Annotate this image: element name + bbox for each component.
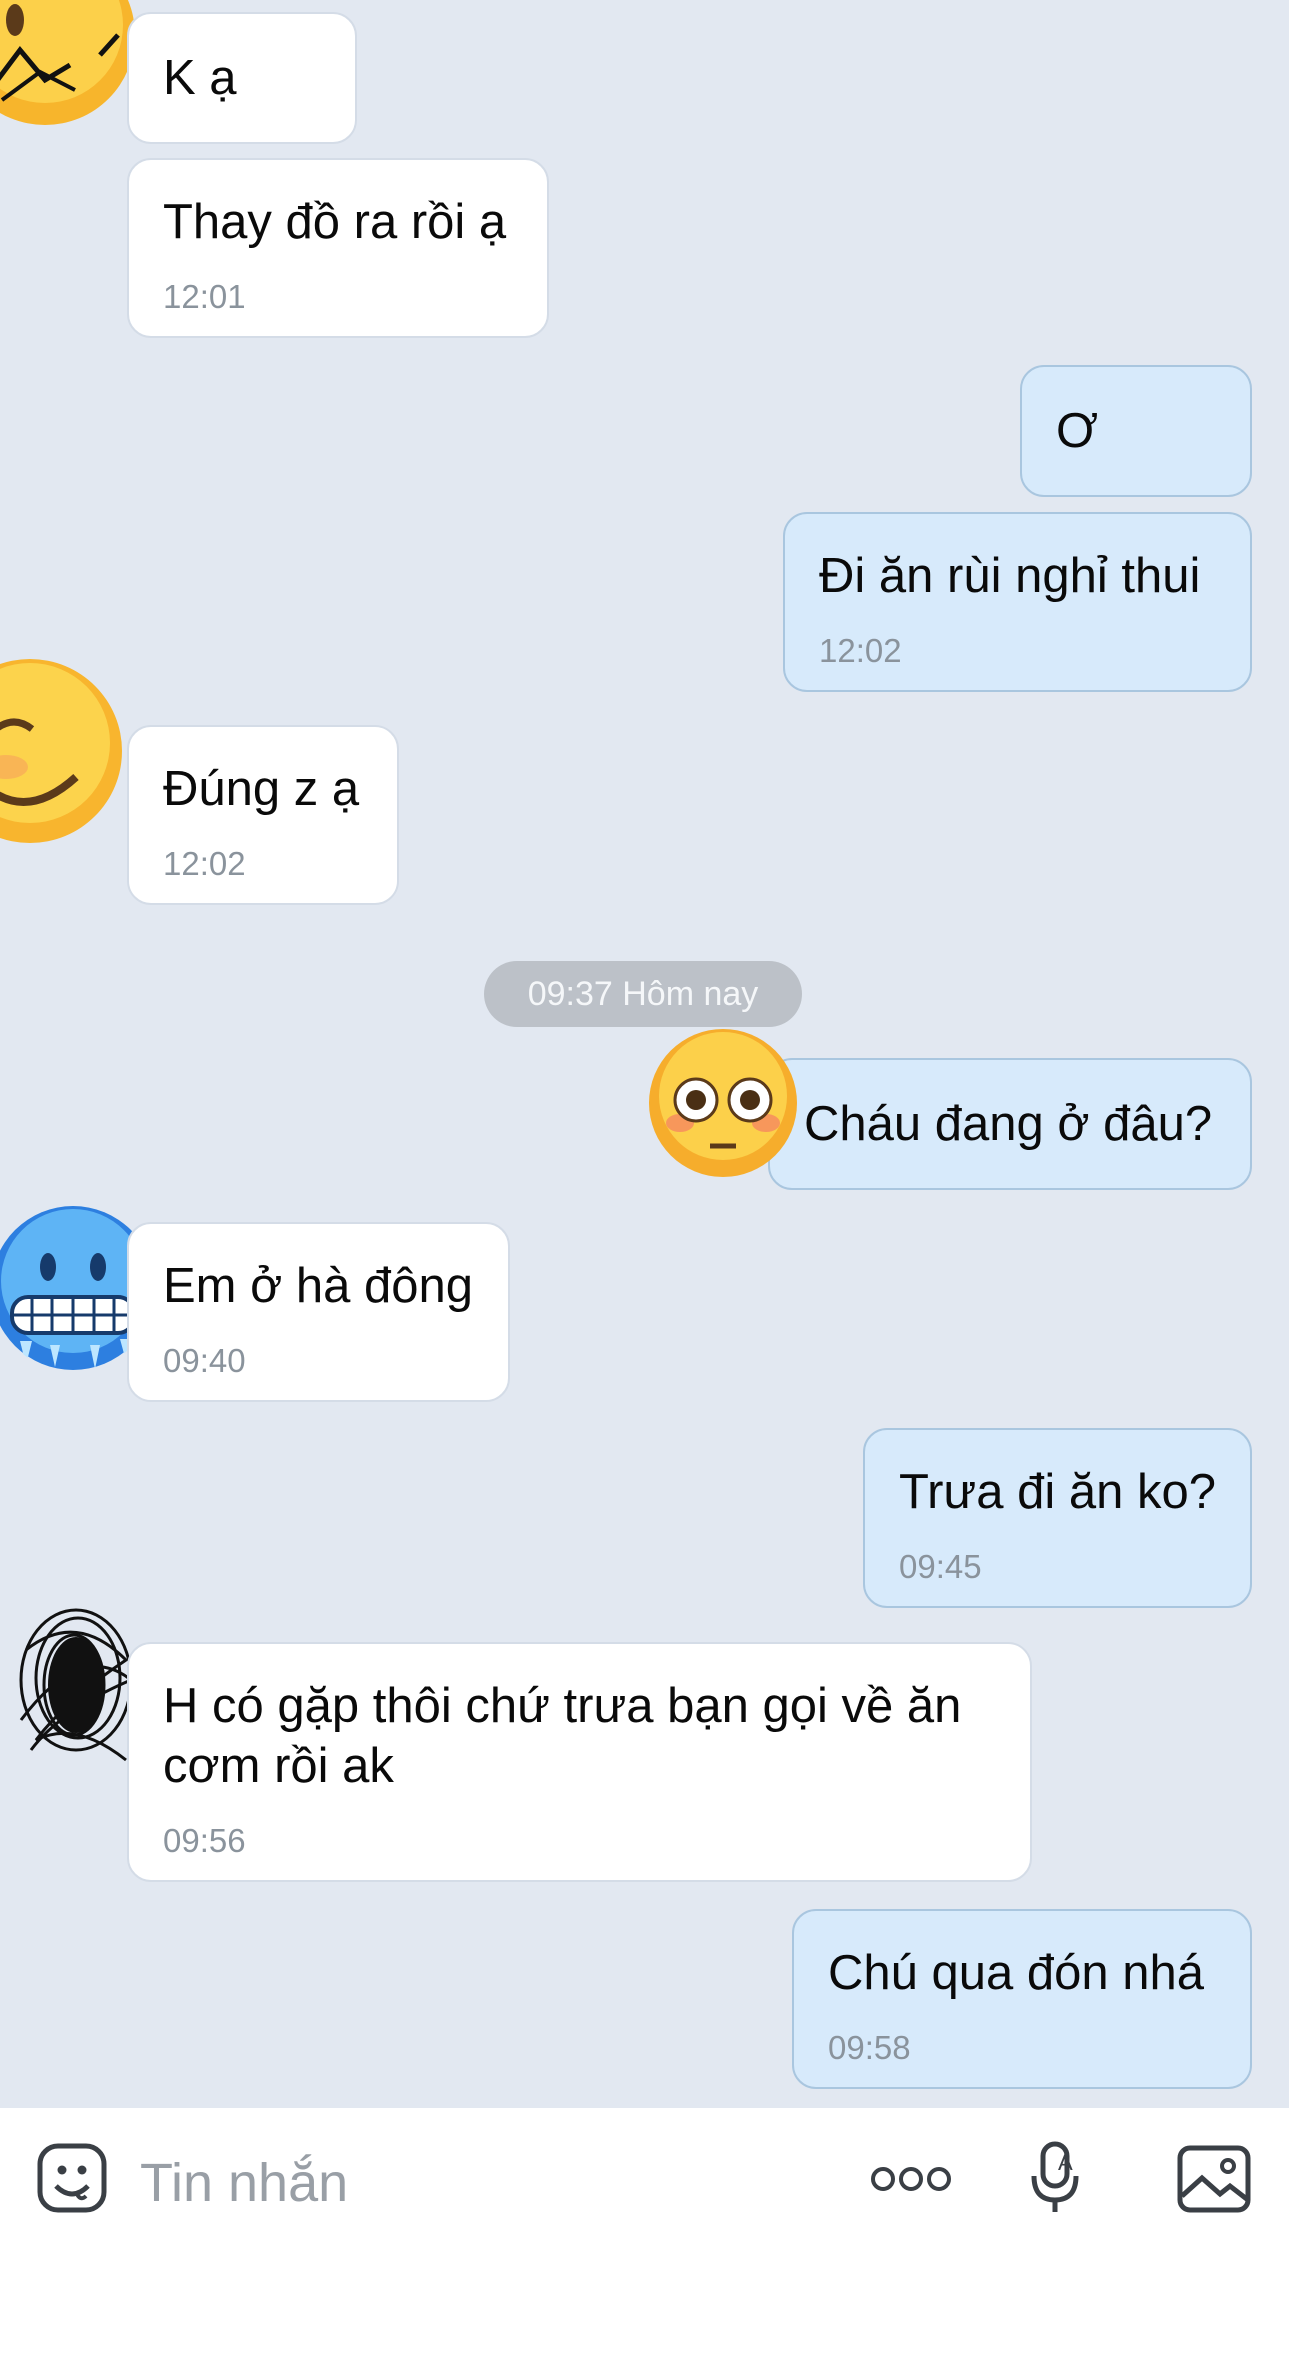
message-time: 09:40 [163,1342,246,1379]
message-text: Đúng z ạ [163,762,360,816]
message-text: Ơ [1056,404,1099,458]
message-bubble[interactable]: Cháu đang ở đâu? [768,1058,1252,1190]
message-time: 09:45 [899,1548,982,1585]
message-text: Cháu đang ở đâu? [804,1097,1213,1151]
message-bubble[interactable]: Em ở hà đông 09:40 [127,1222,510,1402]
message-bubble[interactable]: Thay đồ ra rồi ạ 12:01 [127,158,549,338]
message-text: Chú qua đón nhá [828,1946,1204,2000]
message-time: 09:56 [163,1822,246,1859]
flushed-face-icon [649,1029,797,1177]
message-bubble[interactable]: Ơ [1020,365,1252,497]
message-bubble[interactable]: Đi ăn rùi nghỉ thui 12:02 [783,512,1252,692]
image-icon[interactable] [1176,2144,1252,2219]
date-separator: 09:37 Hôm nay [484,961,802,1027]
avatar-emoji-hand[interactable] [0,0,140,130]
message-text: Thay đồ ra rồi ạ [163,195,507,249]
message-time: 12:02 [163,845,246,882]
message-bubble[interactable]: H có gặp thôi chứ trưa bạn gọi về ăn cơm… [127,1642,1032,1882]
message-time: 09:58 [828,2029,911,2066]
message-text-continued: cơm rồi ak [163,1739,394,1793]
message-bubble[interactable]: Chú qua đón nhá 09:58 [792,1909,1252,2089]
avatar-emoji-smile[interactable] [0,657,124,845]
message-time: 12:01 [163,278,246,315]
message-text: Trưa đi ăn ko? [899,1465,1216,1519]
message-text: Em ở hà đông [163,1259,473,1313]
message-text: K ạ [163,51,237,105]
message-text: H có gặp thôi chứ trưa bạn gọi về ăn [163,1679,962,1733]
message-bubble[interactable]: Đúng z ạ 12:02 [127,725,399,905]
message-input[interactable]: Tin nhắn [140,2152,348,2214]
message-time: 12:02 [819,632,902,669]
composer-bar: Tin nhắn A [0,2108,1289,2354]
message-bubble[interactable]: Trưa đi ăn ko? 09:45 [863,1428,1252,1608]
avatar-emoji-flushed[interactable] [648,1028,798,1178]
more-icon[interactable] [870,2166,952,2197]
smiling-face-icon [0,659,122,843]
sticker-icon[interactable] [36,2142,108,2219]
svg-text:A: A [1058,2150,1073,2175]
message-text: Đi ăn rùi nghỉ thui [819,549,1201,603]
face-hand-over-mouth-icon [0,0,135,125]
voice-icon[interactable]: A [1030,2140,1080,2221]
message-bubble[interactable]: K ạ [127,12,357,144]
